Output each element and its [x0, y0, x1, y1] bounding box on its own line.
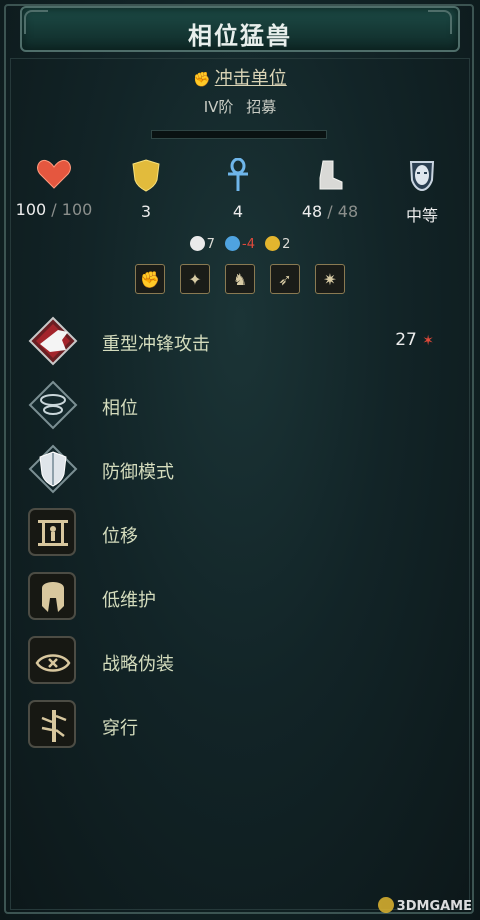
ability-camouflage[interactable]: 战略伪装	[24, 632, 464, 690]
ability-heavy-charge[interactable]: 重型冲锋攻击 27 ✶	[24, 312, 464, 370]
ability-displace[interactable]: 位移	[24, 504, 464, 562]
crossed-eye-icon	[35, 654, 71, 672]
experience-bar	[151, 130, 327, 139]
moves-sep: /	[322, 202, 338, 221]
displace-icon	[38, 520, 68, 546]
heavy-charge-icon	[28, 316, 78, 366]
ability-defense-mode[interactable]: 防御模式	[24, 440, 464, 498]
damage-value: 27	[395, 330, 417, 350]
res-lightning-value: -4	[242, 237, 255, 252]
ability-name: 相位	[102, 398, 138, 419]
phase-icon	[28, 380, 78, 430]
unit-type-label[interactable]: 冲击单位	[215, 68, 287, 89]
morale-mask-icon	[409, 161, 435, 192]
stat-moves: 48 / 48	[290, 158, 370, 221]
ability-name: 防御模式	[102, 462, 174, 483]
boot-icon	[319, 160, 343, 190]
resistance-value: 4	[232, 202, 244, 221]
watermark-text: 3DMGAME	[396, 899, 472, 914]
moves-current: 48	[301, 202, 323, 221]
pass-through-icon	[41, 710, 67, 742]
hp-max: 100	[61, 200, 93, 219]
watermark: 3DMGAME	[377, 897, 472, 914]
fist-icon[interactable]: ✊	[135, 264, 165, 294]
res-physical[interactable]: 7	[189, 236, 215, 252]
ability-pass-through[interactable]: 穿行	[24, 696, 464, 754]
hp-sep: /	[46, 200, 62, 219]
ability-name: 穿行	[102, 718, 138, 739]
res-lightning[interactable]: -4	[225, 236, 255, 252]
ability-name: 低维护	[102, 590, 156, 611]
shadow-eye-icon[interactable]: ✷	[315, 264, 345, 294]
defense-mode-icon	[28, 444, 78, 494]
ability-low-upkeep[interactable]: 低维护	[24, 568, 464, 626]
spiral-shield-icon	[265, 236, 281, 251]
hp-current: 100	[15, 200, 47, 219]
paw-icon[interactable]: ✦	[180, 264, 210, 294]
tier-label: IV阶	[203, 98, 234, 116]
unit-panel: 相位猛兽 ✊冲击单位 IV阶 招募 100 / 100 3 4 48 / 48	[0, 0, 480, 920]
shield-icon	[132, 159, 160, 192]
morale-value: 中等	[405, 206, 438, 225]
shield-up-icon	[189, 236, 205, 251]
ability-phase[interactable]: 相位	[24, 376, 464, 434]
res-physical-value: 7	[206, 237, 215, 252]
helmet-icon	[42, 582, 64, 612]
ability-name: 位移	[102, 526, 138, 547]
defense-value: 3	[140, 202, 152, 221]
ankh-icon	[228, 158, 248, 191]
ability-name: 重型冲锋攻击	[102, 334, 210, 355]
stat-hp: 100 / 100	[14, 158, 94, 219]
ability-name: 战略伪装	[102, 654, 174, 675]
unit-title: 相位猛兽	[188, 22, 292, 50]
horn-icon[interactable]: ➶	[270, 264, 300, 294]
heart-icon	[37, 159, 71, 189]
watermark-logo-icon	[377, 897, 394, 913]
resistance-row: 7 -4 2	[0, 236, 480, 252]
res-spirit-value: 2	[282, 237, 291, 252]
recruit-label: 招募	[246, 98, 277, 116]
lightning-shield-icon	[225, 236, 241, 251]
stat-resistance: 4	[198, 158, 278, 221]
stat-defense: 3	[106, 158, 186, 221]
unit-type[interactable]: ✊ 冲击单位	[0, 64, 480, 90]
trait-row: ✊ ✦ ♞ ➶ ✷	[135, 264, 345, 294]
res-spirit[interactable]: 2	[265, 236, 290, 252]
stat-morale: 中等	[382, 158, 462, 226]
tier-line: IV阶 招募	[0, 96, 480, 117]
damage-icon: ✶	[422, 333, 434, 349]
ability-damage: 27 ✶	[395, 330, 434, 350]
creature-icon[interactable]: ♞	[225, 264, 255, 294]
moves-max: 48	[337, 202, 359, 221]
fist-type-icon: ✊	[193, 72, 211, 88]
